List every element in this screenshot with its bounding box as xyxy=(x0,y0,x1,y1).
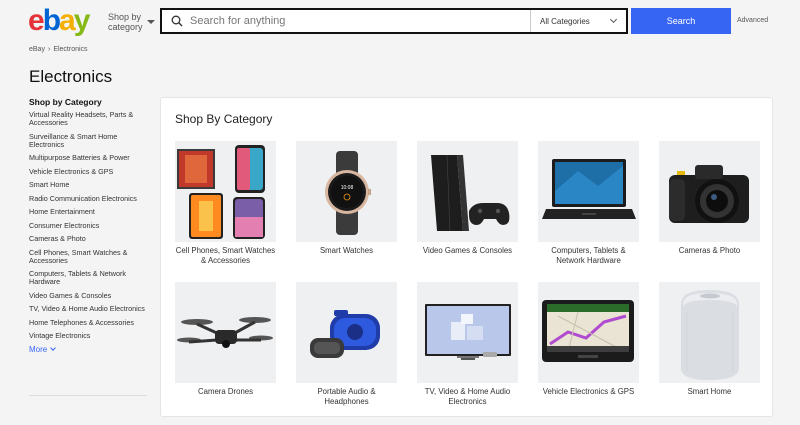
smart-speaker-image xyxy=(659,282,760,383)
more-label: More xyxy=(29,344,48,354)
breadcrumb-separator: › xyxy=(47,46,51,53)
sidebar-item[interactable]: Cell Phones, Smart Watches & Accessories xyxy=(29,248,154,265)
smartwatch-image: 10:08 xyxy=(296,141,397,242)
category-tile[interactable]: Vehicle Electronics & GPS xyxy=(538,282,639,406)
shop-by-category-panel: Shop By Category Cell Phones, Smart Watc… xyxy=(160,97,773,417)
chevron-down-icon xyxy=(609,15,618,24)
sidebar-item[interactable]: Video Games & Consoles xyxy=(29,291,154,300)
advanced-search-link[interactable]: Advanced xyxy=(737,17,768,24)
laptop-image xyxy=(538,141,639,242)
tile-label: Smart Watches xyxy=(319,246,373,255)
sidebar-item[interactable]: Cameras & Photo xyxy=(29,235,154,243)
tile-label: Camera Drones xyxy=(197,387,254,396)
sidebar-item[interactable]: TV, Video & Home Audio Electronics xyxy=(29,305,154,313)
sidebar-item[interactable]: Radio Communication Electronics xyxy=(29,194,154,203)
search-input[interactable] xyxy=(188,10,530,32)
drone-image xyxy=(175,282,276,383)
camera-image xyxy=(659,141,760,242)
sidebar-item[interactable]: Vintage Electronics xyxy=(29,332,154,340)
console-image xyxy=(417,141,518,242)
logo-letter-a: a xyxy=(59,4,76,37)
sidebar-divider xyxy=(29,395,147,396)
page-title: Electronics xyxy=(29,67,113,86)
sidebar-item[interactable]: Home Telephones & Accessories xyxy=(29,318,154,327)
category-tile[interactable]: 10:08 Smart Watches xyxy=(296,141,397,265)
sidebar-item[interactable]: Computers, Tablets & Network Hardware xyxy=(29,270,154,286)
breadcrumb-home[interactable]: eBay xyxy=(29,46,45,53)
speaker-image xyxy=(296,282,397,383)
sidebar-item[interactable]: Smart Home xyxy=(29,181,154,189)
sidebar-item[interactable]: Consumer Electronics xyxy=(29,221,154,230)
tile-label: Cameras & Photo xyxy=(678,246,741,255)
shop-by-label-line1: Shop by xyxy=(108,12,142,22)
search-bar: All Categories xyxy=(160,8,628,34)
sidebar-item[interactable]: Multipurpose Batteries & Power xyxy=(29,154,154,162)
sidebar-list: Virtual Reality Headsets, Parts & Access… xyxy=(29,111,154,340)
tile-label: Portable Audio & Headphones xyxy=(317,387,376,406)
category-tile[interactable]: Cameras & Photo xyxy=(659,141,760,265)
phones-image xyxy=(175,141,276,242)
logo-letter-b: b xyxy=(42,4,61,37)
panel-title: Shop By Category xyxy=(175,112,273,126)
category-grid: Cell Phones, Smart Watches & Accessories… xyxy=(175,141,773,406)
tile-label: Video Games & Consoles xyxy=(422,246,513,255)
more-button[interactable]: More xyxy=(29,345,154,354)
chevron-down-icon xyxy=(50,344,57,351)
logo-letter-e: e xyxy=(28,4,45,37)
shop-by-category-button[interactable]: Shop by category xyxy=(108,12,155,32)
category-tile[interactable]: Smart Home xyxy=(659,282,760,406)
svg-text:10:08: 10:08 xyxy=(341,185,354,191)
gps-image xyxy=(538,282,639,383)
sidebar-heading: Shop by Category xyxy=(29,97,102,107)
breadcrumb-current: Electronics xyxy=(53,46,88,53)
search-icon xyxy=(166,10,188,32)
sidebar-item[interactable]: Vehicle Electronics & GPS xyxy=(29,167,154,176)
logo-letter-y: y xyxy=(73,4,91,37)
sidebar-item[interactable]: Home Entertainment xyxy=(29,208,154,216)
tile-label: Cell Phones, Smart Watches & Accessories xyxy=(175,246,276,265)
tile-label: Vehicle Electronics & GPS xyxy=(542,387,635,396)
category-tile[interactable]: Portable Audio & Headphones xyxy=(296,282,397,406)
category-tile[interactable]: Video Games & Consoles xyxy=(417,141,518,265)
tile-label: Smart Home xyxy=(687,387,732,396)
tv-image xyxy=(417,282,518,383)
caret-down-icon xyxy=(146,20,155,24)
category-tile[interactable]: Camera Drones xyxy=(175,282,276,406)
sidebar-item[interactable]: Virtual Reality Headsets, Parts & Access… xyxy=(29,111,154,127)
category-select[interactable]: All Categories xyxy=(530,10,626,32)
search-button[interactable]: Search xyxy=(631,8,731,34)
category-tile[interactable]: TV, Video & Home Audio Electronics xyxy=(417,282,518,406)
ebay-logo[interactable]: ebay xyxy=(28,4,91,37)
category-tile[interactable]: Computers, Tablets & Network Hardware xyxy=(538,141,639,265)
breadcrumb: eBay › Electronics xyxy=(29,46,88,53)
shop-by-label-line2: category xyxy=(108,22,143,32)
category-tile[interactable]: Cell Phones, Smart Watches & Accessories xyxy=(175,141,276,265)
tile-label: TV, Video & Home Audio Electronics xyxy=(424,387,511,406)
category-sidebar: Shop by Category Virtual Reality Headset… xyxy=(29,97,154,354)
category-select-value: All Categories xyxy=(540,16,590,26)
sidebar-item[interactable]: Surveillance & Smart Home Electronics xyxy=(29,132,154,149)
tile-label: Computers, Tablets & Network Hardware xyxy=(551,246,626,265)
